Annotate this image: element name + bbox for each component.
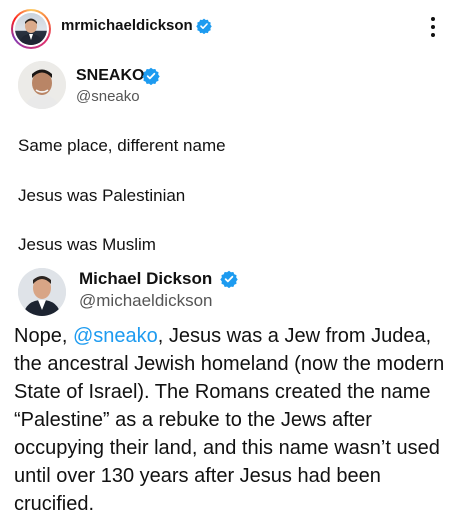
reply-author-avatar	[18, 268, 66, 316]
username[interactable]: mrmichaeldickson	[61, 17, 193, 34]
reply-author-handle[interactable]: @michaeldickson	[79, 291, 212, 311]
verified-badge-icon	[196, 18, 212, 34]
reply-text-prefix: Nope,	[14, 325, 73, 347]
post-header: mrmichaeldickson	[0, 0, 460, 60]
more-options-icon[interactable]	[426, 15, 440, 41]
verified-badge-icon	[220, 270, 238, 288]
reply-tweet-text: Nope, @sneako, Jesus was a Jew from Jude…	[14, 322, 454, 518]
quoted-tweet-line: Jesus was Palestinian	[18, 186, 186, 205]
mention-link[interactable]: @sneako	[73, 325, 158, 347]
person-icon	[18, 61, 66, 109]
reply-text-body: , Jesus was a Jew from Judea, the ancest…	[14, 325, 445, 515]
quoted-tweet-line: Same place, different name	[18, 136, 226, 155]
sneako-avatar	[18, 61, 66, 109]
verified-badge-icon	[142, 67, 160, 85]
profile-avatar[interactable]	[11, 9, 51, 49]
quoted-tweet-line: Jesus was Muslim	[18, 235, 156, 254]
profile-photo	[15, 13, 47, 45]
person-icon	[19, 18, 43, 45]
quoted-author-handle[interactable]: @sneako	[76, 88, 140, 105]
reply-author-name[interactable]: Michael Dickson	[79, 269, 212, 289]
quoted-author-name[interactable]: SNEAKO	[76, 67, 144, 85]
person-icon	[18, 268, 66, 316]
